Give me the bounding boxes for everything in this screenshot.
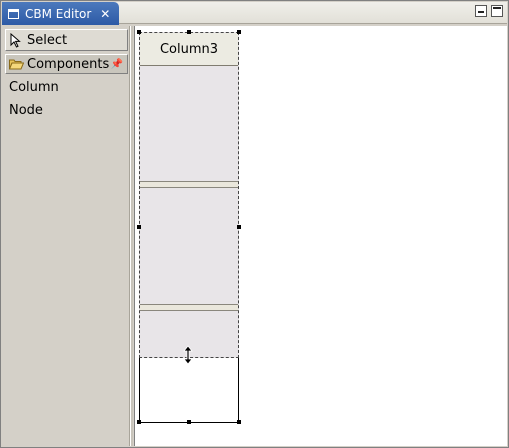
selection-handle[interactable] [187, 420, 191, 424]
column-header[interactable]: Column3 [140, 33, 238, 66]
resize-vertical-cursor-icon [183, 345, 193, 365]
selection-handle[interactable] [237, 420, 241, 424]
window-controls [475, 5, 503, 17]
tab-label: CBM Editor [25, 6, 92, 21]
resize-feedback-outline [139, 358, 239, 423]
select-tool-label: Select [27, 32, 68, 48]
close-icon[interactable]: ✕ [100, 7, 110, 21]
diagram-canvas[interactable]: Column3 [134, 26, 507, 446]
selection-handle[interactable] [137, 420, 141, 424]
tab-cbm-editor[interactable]: CBM Editor ✕ [2, 2, 119, 25]
selection-handle[interactable] [137, 30, 141, 34]
column-figure[interactable]: Column3 [137, 30, 241, 424]
selection-handle[interactable] [237, 30, 241, 34]
selection-handle[interactable] [187, 30, 191, 34]
palette-item-column[interactable]: Column [9, 78, 59, 96]
column-divider [140, 304, 238, 311]
editor-window-icon [8, 8, 19, 19]
components-drawer-label: Components [27, 56, 110, 72]
palette-item-label: Node [9, 102, 43, 118]
pin-icon[interactable]: 📌 [111, 59, 123, 70]
column-divider [140, 181, 238, 188]
select-tool-button[interactable]: Select [5, 29, 128, 51]
palette-splitter[interactable] [130, 26, 133, 446]
editor-tab-bar: CBM Editor ✕ [2, 2, 507, 25]
column-title: Column3 [159, 41, 219, 57]
minimize-icon[interactable] [475, 5, 487, 17]
palette-item-node[interactable]: Node [9, 101, 43, 119]
editor-frame: CBM Editor ✕ Select Components 📌 Column [0, 0, 509, 448]
palette-panel: Select Components 📌 Column Node [3, 26, 130, 446]
palette-item-label: Column [9, 79, 59, 95]
column-body[interactable]: Column3 [139, 32, 239, 358]
pointer-arrow-icon [10, 32, 21, 48]
selection-handle[interactable] [237, 225, 241, 229]
folder-open-icon [9, 59, 24, 70]
selection-handle[interactable] [137, 225, 141, 229]
components-drawer-header[interactable]: Components 📌 [5, 54, 128, 74]
maximize-icon[interactable] [491, 5, 503, 17]
